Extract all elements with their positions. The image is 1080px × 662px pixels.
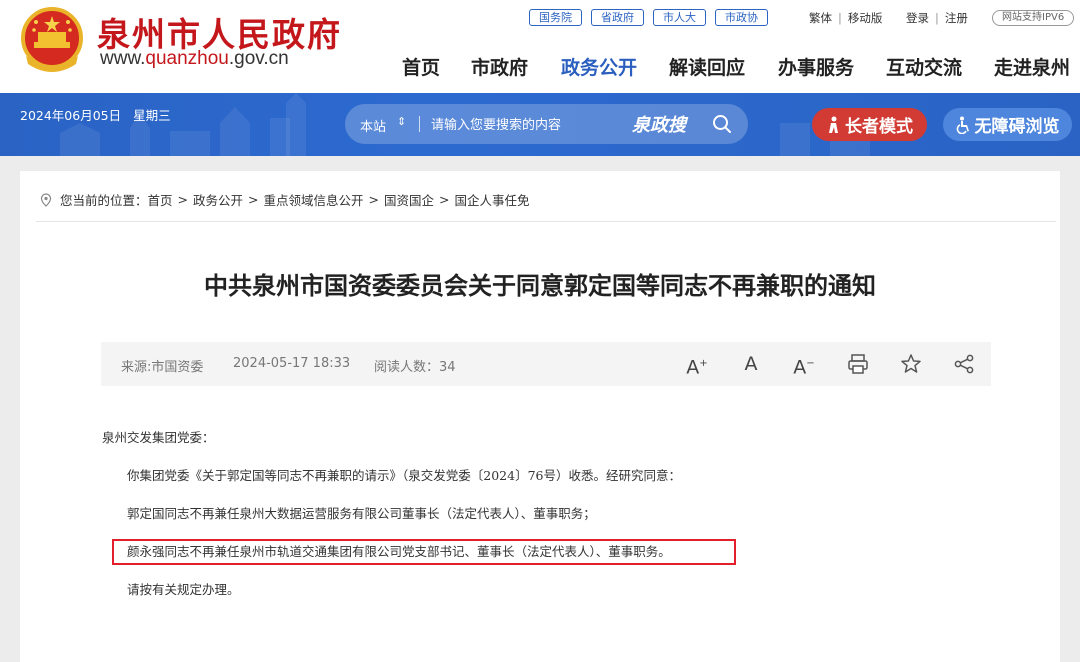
print-icon[interactable]	[846, 352, 870, 376]
scope-updown-icon[interactable]: ⇕	[397, 115, 406, 128]
elder-mode-button[interactable]: 长者模式	[812, 108, 927, 141]
font-normal-button[interactable]: A	[739, 352, 763, 376]
search-scope-select[interactable]: 本站	[360, 116, 386, 135]
wheelchair-icon	[956, 116, 969, 134]
login-link[interactable]: 登录	[906, 11, 929, 25]
article-date: 2024-05-17 18:33	[233, 356, 351, 371]
link-city-npc[interactable]: 市人大	[653, 9, 706, 26]
font-smaller-button[interactable]: A−	[792, 352, 816, 378]
nav-home[interactable]: 首页	[402, 53, 440, 80]
article-title: 中共泉州市国资委委员会关于同意郭定国等同志不再兼职的通知	[204, 272, 876, 300]
search-divider	[419, 116, 420, 132]
mobile-link[interactable]: 移动版	[848, 11, 883, 25]
nav-about-quanzhou[interactable]: 走进泉州	[994, 53, 1070, 80]
nav-city-government[interactable]: 市政府	[471, 53, 528, 80]
traditional-link[interactable]: 繁体	[809, 11, 832, 25]
accessibility-button[interactable]: 无障碍浏览	[943, 108, 1072, 141]
breadcrumb-home[interactable]: 首页	[148, 190, 173, 209]
util-links-2: 登录 | 注册	[906, 11, 968, 25]
font-larger-button[interactable]: A+	[685, 352, 709, 378]
content-card: 您当前的位置： 首页 > 政务公开 > 重点领域信息公开 > 国资国企 > 国企…	[20, 171, 1060, 662]
favorite-star-icon[interactable]	[899, 352, 923, 376]
link-city-cppcc[interactable]: 市政协	[715, 9, 768, 26]
location-pin-icon	[40, 192, 52, 207]
ipv6-badge: 网站支持IPV6	[992, 10, 1075, 26]
util-links-1: 繁体 | 移动版	[809, 11, 883, 25]
breadcrumb-state-assets[interactable]: 国资国企	[384, 190, 434, 209]
nav-services[interactable]: 办事服务	[778, 53, 854, 80]
nav-interpretation[interactable]: 解读回应	[669, 53, 745, 80]
search-brand-logo: 泉政搜	[632, 115, 686, 136]
date-display: 2024年06月05日 星期三	[20, 108, 171, 123]
article-read-count: 阅读人数：34	[374, 360, 456, 375]
breadcrumb-gov-affairs[interactable]: 政务公开	[193, 190, 243, 209]
search-input[interactable]	[429, 112, 623, 138]
article-salutation: 泉州交发集团党委：	[102, 430, 215, 445]
accessibility-label: 无障碍浏览	[974, 117, 1060, 137]
nav-government-affairs[interactable]: 政务公开	[561, 53, 637, 80]
elder-icon	[829, 116, 838, 133]
search-icon[interactable]	[711, 113, 733, 135]
top-banner: 2024年06月05日星期三 本站 ⇕ 泉政搜 长者模式 无障碍浏览	[0, 93, 1080, 156]
article-meta-bar: 来源:市国资委 2024-05-17 18:33 阅读人数：34 A+ A A−	[101, 342, 991, 386]
site-header: 泉州市人民政府 www.quanzhou.gov.cn 国务院 省政府 市人大 …	[0, 0, 1080, 93]
breadcrumb: 您当前的位置： 首页 > 政务公开 > 重点领域信息公开 > 国资国企 > 国企…	[40, 190, 530, 209]
breadcrumb-divider	[36, 221, 1056, 222]
highlight-annotation-box	[112, 539, 736, 565]
article-paragraph-2: 郭定国同志不再兼任泉州大数据运营服务有限公司董事长（法定代表人）、董事职务；	[127, 506, 596, 521]
breadcrumb-personnel[interactable]: 国企人事任免	[455, 190, 530, 209]
elder-mode-label: 长者模式	[845, 117, 913, 137]
top-links: 国务院 省政府 市人大 市政协	[529, 9, 768, 26]
breadcrumb-prefix: 您当前的位置：	[60, 193, 148, 208]
register-link[interactable]: 注册	[945, 11, 968, 25]
article-source: 来源:市国资委	[121, 360, 204, 375]
breadcrumb-key-areas[interactable]: 重点领域信息公开	[264, 190, 364, 209]
share-icon[interactable]	[952, 352, 976, 376]
link-provincial-gov[interactable]: 省政府	[591, 9, 644, 26]
article-paragraph-1: 你集团党委《关于郭定国等同志不再兼职的请示》（泉交发党委〔2024〕76号）收悉…	[127, 468, 681, 483]
nav-interaction[interactable]: 互动交流	[886, 53, 962, 80]
search-bar: 本站 ⇕ 泉政搜	[345, 104, 748, 144]
link-state-council[interactable]: 国务院	[529, 9, 582, 26]
article-closing: 请按有关规定办理。	[127, 582, 240, 597]
main-nav: 首页 市政府 政务公开 解读回应 办事服务 互动交流 走进泉州	[0, 53, 1080, 83]
